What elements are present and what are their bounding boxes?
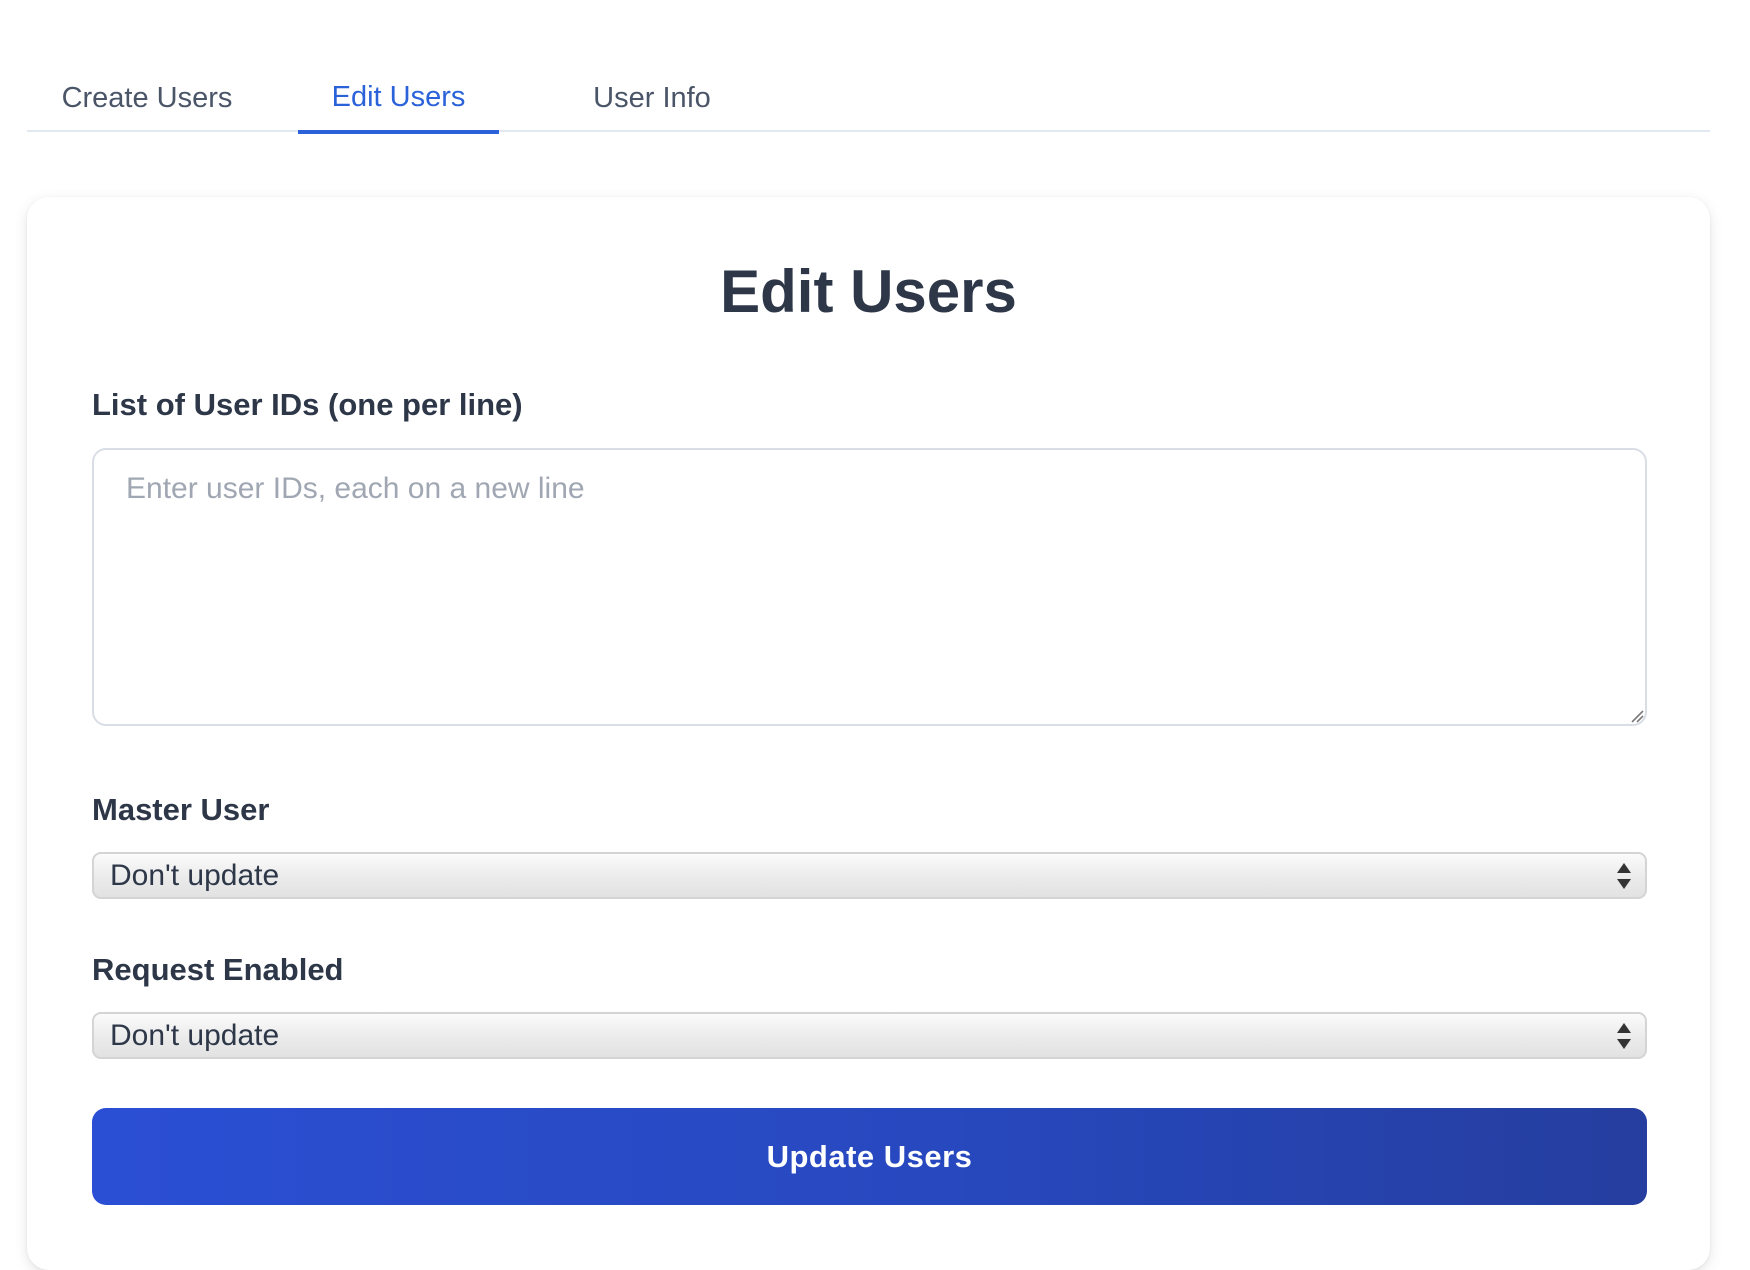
master-user-value: Don't update [110,858,280,892]
edit-users-card: Edit Users List of User IDs (one per lin… [27,197,1710,1270]
resize-grip-icon[interactable] [1630,709,1644,723]
tab-create-users[interactable]: Create Users [27,55,267,132]
request-enabled-select[interactable]: Don't update [92,1012,1647,1059]
request-enabled-label: Request Enabled [92,952,344,987]
tab-user-info[interactable]: User Info [532,55,772,132]
tab-bar: Create Users Edit Users User Info [27,55,1710,134]
user-ids-textarea[interactable] [92,448,1647,726]
tab-edit-users[interactable]: Edit Users [298,55,499,134]
master-user-label: Master User [92,792,270,827]
update-users-button[interactable]: Update Users [92,1108,1647,1205]
master-user-select[interactable]: Don't update [92,852,1647,899]
request-enabled-value: Don't update [110,1018,280,1052]
chevron-up-down-icon [1617,1023,1631,1049]
form-title: Edit Users [720,258,1017,325]
chevron-up-down-icon [1617,863,1631,889]
user-ids-label: List of User IDs (one per line) [92,387,523,422]
